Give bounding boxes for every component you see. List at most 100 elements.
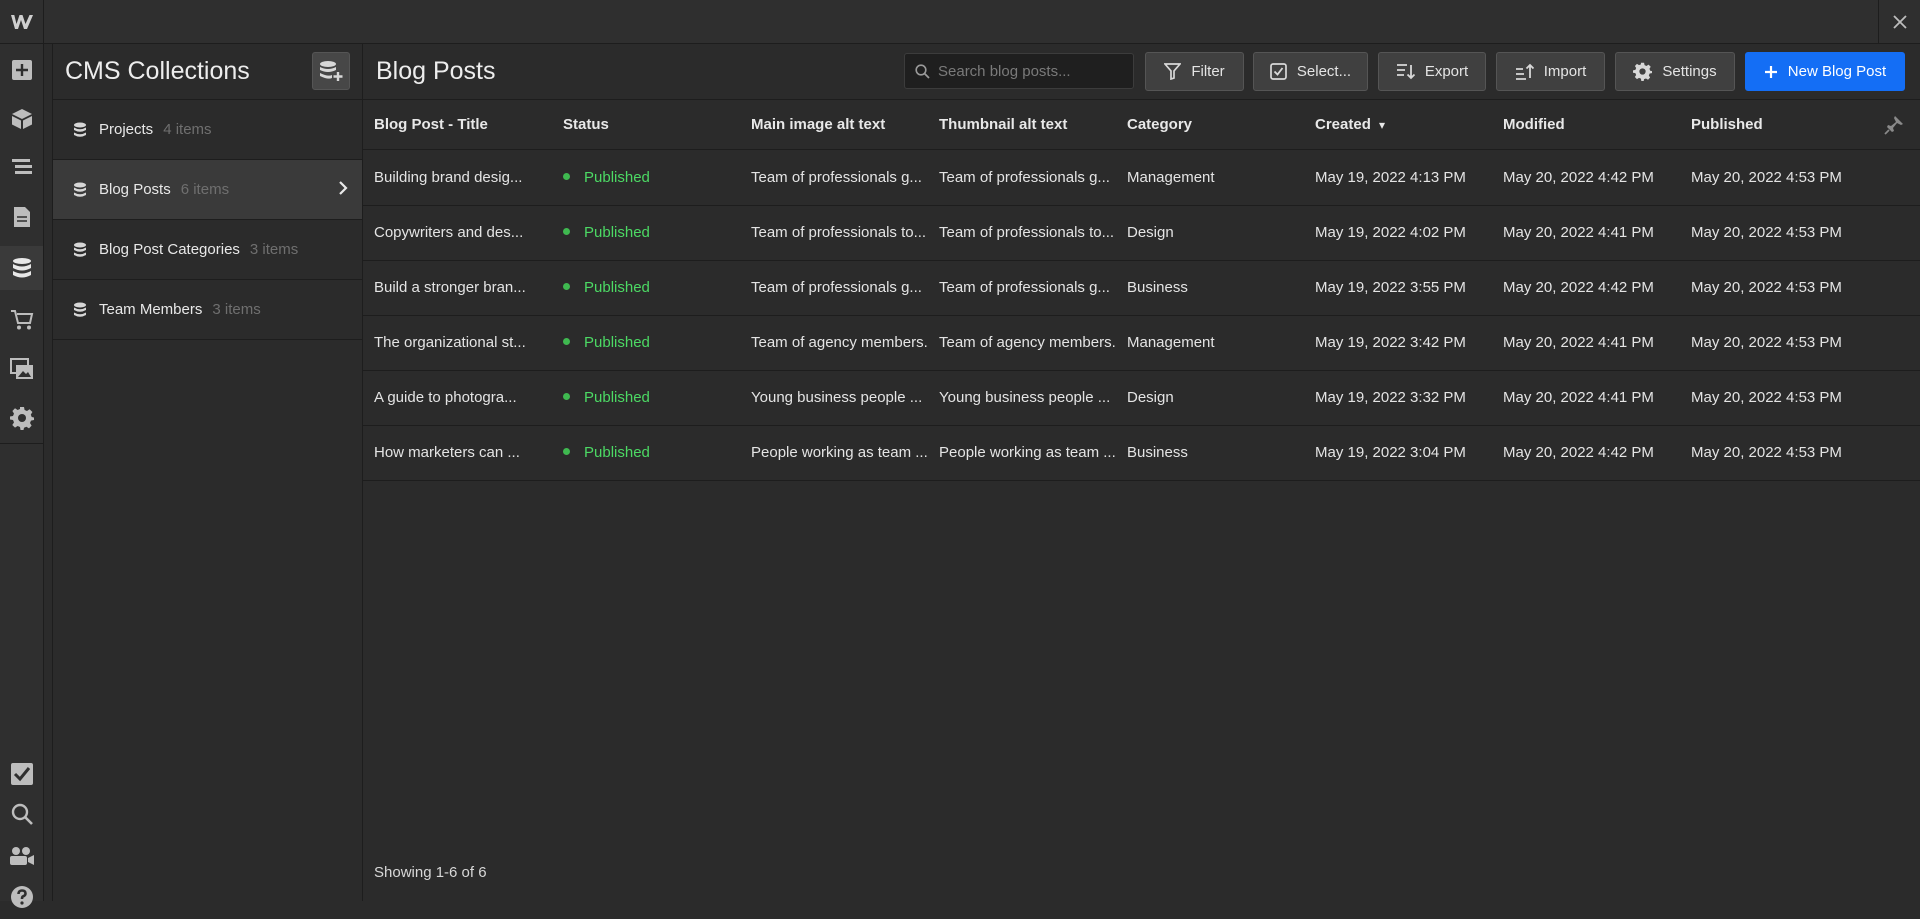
cell-status: Published	[563, 279, 743, 296]
column-header-thumbnail-alt[interactable]: Thumbnail alt text	[939, 116, 1067, 133]
cell-main-image-alt: People working as team ...	[751, 444, 928, 461]
search-input[interactable]	[938, 62, 1118, 80]
column-header-status[interactable]: Status	[563, 116, 609, 133]
table-row[interactable]: How marketers can ... Published People wor…	[363, 426, 1920, 481]
gear-icon	[1633, 62, 1653, 81]
cell-thumbnail-alt: Team of professionals g...	[939, 279, 1110, 296]
logo-icon	[10, 15, 33, 29]
collections-panel: CMS Collections Projects 4 items Blog Po…	[52, 44, 363, 901]
table-row[interactable]: Copywriters and des... Published Team of p…	[363, 206, 1920, 261]
add-collection-button[interactable]	[312, 52, 350, 90]
column-header-category[interactable]: Category	[1127, 116, 1192, 133]
cell-thumbnail-alt: Young business people ...	[939, 389, 1111, 406]
status-dot-icon	[563, 172, 570, 180]
pages-button[interactable]	[0, 195, 43, 239]
select-button[interactable]: Select...	[1253, 52, 1368, 91]
cell-created: May 19, 2022 3:55 PM	[1315, 279, 1466, 296]
status-label: Published	[584, 279, 650, 296]
cell-published: May 20, 2022 4:53 PM	[1691, 444, 1842, 461]
rail-divider	[0, 443, 43, 444]
cell-thumbnail-alt: Team of professionals to...	[939, 224, 1115, 241]
status-dot-icon	[563, 337, 570, 345]
close-button[interactable]	[1878, 0, 1920, 44]
cell-published: May 20, 2022 4:53 PM	[1691, 389, 1842, 406]
settings-rail-button[interactable]	[0, 396, 43, 440]
collections-title: CMS Collections	[65, 57, 250, 85]
table-header: Blog Post - Title Status Main image alt …	[363, 101, 1920, 150]
filter-button[interactable]: Filter	[1145, 52, 1244, 91]
cell-modified: May 20, 2022 4:41 PM	[1503, 389, 1654, 406]
filter-icon	[1164, 63, 1182, 80]
column-header-modified[interactable]: Modified	[1503, 116, 1565, 133]
chevron-right-icon	[338, 180, 348, 200]
table-row[interactable]: Building brand desig... Published Team of …	[363, 151, 1920, 206]
database-icon	[73, 182, 87, 198]
collection-count: 4 items	[163, 121, 212, 138]
pin-icon[interactable]	[1884, 115, 1904, 139]
webflow-logo[interactable]	[0, 0, 44, 44]
collection-name: Projects	[99, 121, 154, 138]
database-icon	[73, 242, 87, 258]
export-button[interactable]: Export	[1378, 52, 1486, 91]
cell-main-image-alt: Young business people ...	[751, 389, 923, 406]
cell-category: Design	[1127, 224, 1174, 241]
plus-icon	[1764, 65, 1777, 78]
collection-item-team-members[interactable]: Team Members 3 items	[53, 280, 362, 340]
column-header-main-image-alt[interactable]: Main image alt text	[751, 116, 885, 133]
add-database-icon	[320, 61, 343, 81]
top-bar	[0, 0, 1920, 44]
cell-main-image-alt: Team of professionals g...	[751, 169, 922, 186]
import-button[interactable]: Import	[1496, 52, 1605, 91]
ecommerce-button[interactable]	[0, 298, 43, 342]
tasks-button[interactable]	[0, 752, 43, 796]
table-row[interactable]: A guide to photogra... Published Young bus…	[363, 371, 1920, 426]
table-row[interactable]: The organizational st... Published Team of…	[363, 316, 1920, 371]
cell-category: Business	[1127, 279, 1188, 296]
export-icon	[1396, 64, 1415, 80]
cell-status: Published	[563, 444, 743, 461]
column-header-published[interactable]: Published	[1691, 116, 1763, 133]
cell-category: Management	[1127, 169, 1215, 186]
cell-category: Business	[1127, 444, 1188, 461]
status-label: Published	[584, 444, 650, 461]
navigator-button[interactable]	[0, 146, 43, 190]
collection-count: 3 items	[249, 241, 299, 258]
status-dot-icon	[563, 227, 570, 235]
cell-category: Management	[1127, 334, 1215, 351]
sort-descending-icon: ▾	[1379, 118, 1386, 132]
cell-modified: May 20, 2022 4:41 PM	[1503, 224, 1654, 241]
main-header: Blog Posts Filter Select... Export Impor…	[363, 44, 1920, 100]
new-blog-post-button[interactable]: New Blog Post	[1745, 52, 1905, 91]
help-icon	[10, 886, 33, 908]
search-rail-button[interactable]	[0, 792, 43, 836]
settings-button[interactable]: Settings	[1615, 52, 1735, 91]
cms-button[interactable]	[0, 246, 43, 290]
help-button[interactable]	[0, 875, 43, 919]
cell-modified: May 20, 2022 4:42 PM	[1503, 279, 1654, 296]
users-button[interactable]	[0, 834, 43, 878]
search-box[interactable]	[904, 53, 1134, 89]
collection-item-blog-post-categories[interactable]: Blog Post Categories 3 items	[53, 220, 362, 280]
collection-item-projects[interactable]: Projects 4 items	[53, 100, 362, 160]
select-label: Select...	[1296, 63, 1352, 80]
new-blog-post-label: New Blog Post	[1787, 63, 1887, 80]
components-icon	[11, 109, 32, 129]
cell-category: Design	[1127, 389, 1174, 406]
components-button[interactable]	[0, 97, 43, 141]
cell-created: May 19, 2022 4:02 PM	[1315, 224, 1466, 241]
cell-title: A guide to photogra...	[374, 389, 517, 406]
cell-modified: May 20, 2022 4:42 PM	[1503, 169, 1654, 186]
cell-main-image-alt: Team of agency members.	[751, 334, 928, 351]
column-header-title[interactable]: Blog Post - Title	[374, 116, 488, 133]
collection-items-panel: Blog Posts Filter Select... Export Impor…	[363, 44, 1920, 901]
assets-button[interactable]	[0, 347, 43, 391]
cell-modified: May 20, 2022 4:42 PM	[1503, 444, 1654, 461]
status-dot-icon	[563, 392, 570, 400]
tasks-icon	[10, 763, 33, 785]
add-panel-button[interactable]	[0, 48, 43, 92]
column-header-created[interactable]: Created ▾	[1315, 116, 1385, 133]
import-label: Import	[1543, 63, 1587, 80]
collection-item-blog-posts[interactable]: Blog Posts 6 items	[53, 160, 362, 220]
cell-main-image-alt: Team of professionals g...	[751, 279, 922, 296]
table-row[interactable]: Build a stronger bran... Published Team of…	[363, 261, 1920, 316]
